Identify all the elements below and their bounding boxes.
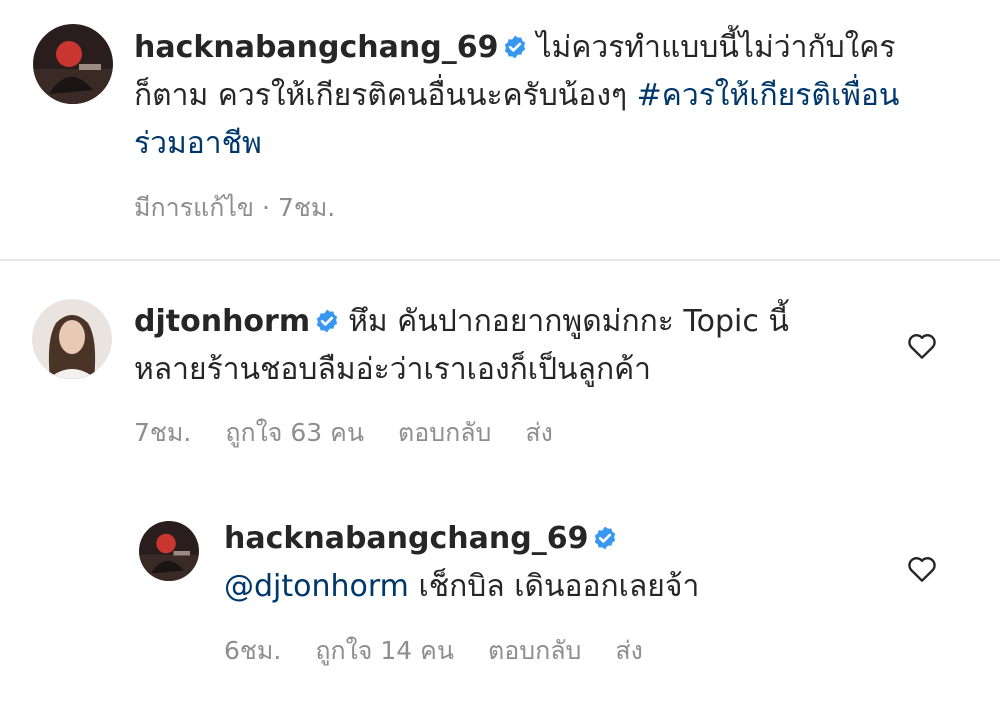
- reply-avatar[interactable]: [139, 521, 199, 581]
- comment-meta: 7ชม. ถูกใจ 63 คน ตอบกลับ ส่ง: [134, 413, 587, 453]
- caption-time: 7ชม.: [277, 193, 336, 222]
- reply-reply-button[interactable]: ตอบกลับ: [488, 636, 581, 665]
- reply-time: 6ชม.: [224, 636, 282, 665]
- verified-badge-icon: [505, 35, 526, 59]
- caption-username[interactable]: hacknabangchang_69: [134, 30, 498, 65]
- comment-send-button[interactable]: ส่ง: [525, 418, 552, 447]
- meta-separator: ·: [262, 193, 270, 222]
- comment-text: djtonhorm หึม คันปากอยากพูดม่กกะ Topic นี…: [134, 298, 854, 394]
- reply-text: hacknabangchang_69 @djtonhorm เช็กบิล เดิ…: [224, 515, 864, 611]
- reply-username[interactable]: hacknabangchang_69: [224, 521, 588, 556]
- reply-body: เช็กบิล เดินออกเลยจ้า: [418, 569, 700, 604]
- reply-meta: 6ชม. ถูกใจ 14 คน ตอบกลับ ส่ง: [224, 631, 677, 671]
- edited-label: มีการแก้ไข: [134, 193, 254, 222]
- avatar-image: [32, 299, 112, 379]
- caption-meta: มีการแก้ไข · 7ชม.: [134, 188, 369, 228]
- reply-likes[interactable]: ถูกใจ 14 คน: [315, 636, 454, 665]
- comment-username[interactable]: djtonhorm: [134, 304, 310, 339]
- avatar-image: [139, 521, 199, 581]
- heart-icon[interactable]: [906, 330, 938, 360]
- verified-badge-icon: [316, 309, 338, 333]
- avatar-image: [33, 24, 113, 104]
- comment-likes[interactable]: ถูกใจ 63 คน: [225, 418, 364, 447]
- caption-text: hacknabangchang_69 ไม่ควรทำแบบนี้ไม่ว่ากั…: [134, 24, 934, 168]
- comment-time: 7ชม.: [134, 418, 192, 447]
- heart-icon[interactable]: [906, 553, 938, 583]
- caption-divider: [0, 259, 1000, 261]
- caption-avatar[interactable]: [33, 24, 113, 104]
- comment-reply-button[interactable]: ตอบกลับ: [398, 418, 491, 447]
- verified-badge-icon: [595, 526, 616, 550]
- reply-mention[interactable]: @djtonhorm: [224, 569, 409, 604]
- reply-send-button[interactable]: ส่ง: [615, 636, 642, 665]
- comment-avatar[interactable]: [32, 299, 112, 379]
